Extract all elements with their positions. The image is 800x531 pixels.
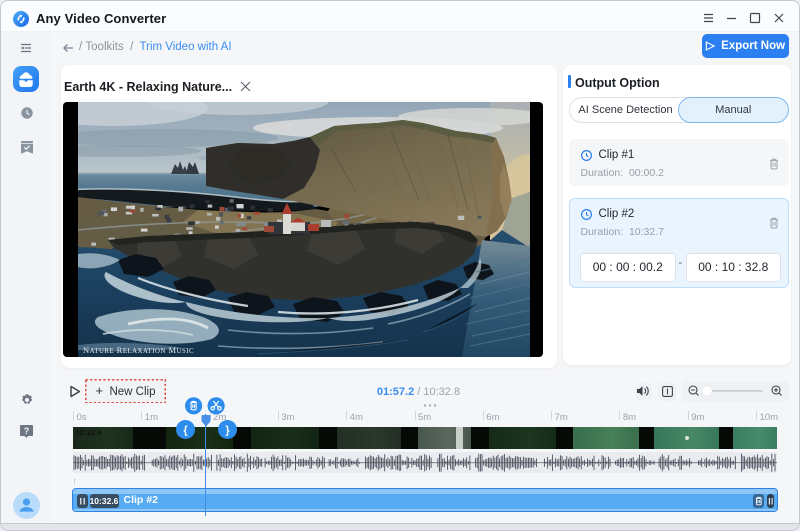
svg-text:}: } <box>225 425 230 437</box>
svg-text:{: { <box>183 425 188 437</box>
svg-text:?: ? <box>24 426 30 436</box>
